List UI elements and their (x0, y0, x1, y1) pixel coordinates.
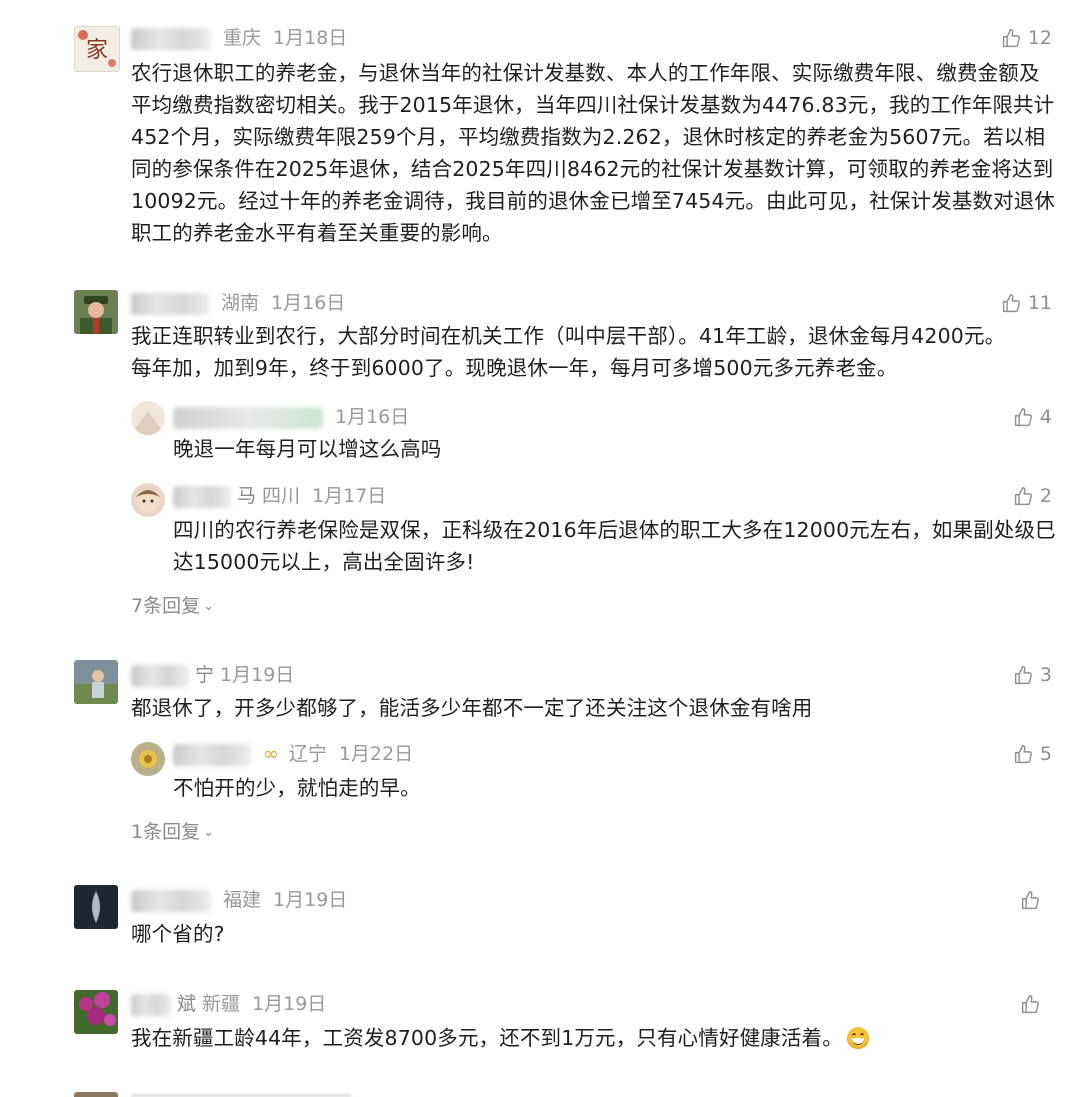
region-label: 辽宁 (288, 743, 327, 765)
comment-text: 我在新疆工龄44年，工资发8700多元，还不到1万元，只有心情好健康活着。 (131, 1022, 1031, 1054)
chevron-down-icon: ⌄ (203, 825, 214, 840)
date-label: 1月22日 (338, 743, 414, 765)
like-button[interactable]: 2 (1013, 483, 1052, 509)
like-button[interactable] (1020, 991, 1047, 1017)
chevron-down-icon: ⌄ (203, 599, 214, 614)
avatar[interactable] (74, 885, 118, 929)
thumbs-up-icon (1021, 994, 1039, 1013)
region-label: 新疆 (202, 993, 241, 1015)
date-label: 1月16日 (271, 292, 346, 314)
reply-avatar[interactable] (131, 742, 165, 776)
like-button[interactable]: 12 (1001, 25, 1052, 51)
comment-text: 哪个省的? (131, 922, 225, 946)
username-blurred[interactable] (131, 993, 171, 1016)
thumbs-up-icon (1021, 890, 1039, 909)
region-label: 福建 (223, 889, 262, 911)
badge-icon: ∞ (263, 743, 279, 765)
comment-meta: 重庆 1月18日 (131, 25, 347, 51)
date-label: 1月18日 (273, 27, 348, 49)
like-button[interactable] (1020, 887, 1047, 913)
avatar[interactable] (74, 660, 118, 704)
comment-text: 都退休了，开多少都够了，能活多少年都不一定了还关注这个退休金有啥用 (131, 696, 813, 720)
reply-text: 四川的农行养老保险是双保，正科级在2016年后退体的职工大多在12000元左右，… (173, 518, 1056, 574)
region-label: 湖南 (221, 292, 260, 314)
comment-meta: 湖南 1月16日 (131, 290, 345, 316)
date-label: 1月17日 (312, 485, 387, 507)
username-blurred[interactable] (131, 27, 211, 50)
like-count: 4 (1039, 406, 1052, 428)
username-blurred[interactable] (173, 406, 323, 429)
avatar[interactable] (74, 290, 118, 334)
date-label: 1月19日 (273, 889, 348, 911)
grinning-face-icon (846, 1027, 869, 1049)
next-comment-avatar (74, 1092, 118, 1097)
date-label: 1月16日 (335, 406, 410, 428)
reply-avatar[interactable] (131, 401, 165, 435)
reply-meta: ∞ 辽宁 1月22日 (173, 741, 413, 767)
like-count: 12 (1027, 27, 1052, 49)
comment-text: 我正连职转业到农行，大部分时间在机关工作（叫中层干部）。41年工龄，退休金每月4… (131, 324, 1006, 380)
reply-meta: 马四川 1月17日 (173, 483, 386, 509)
region-label: 重庆 (223, 27, 262, 49)
reply-meta: 1月16日 (173, 404, 409, 430)
like-count: 2 (1039, 485, 1052, 507)
avatar[interactable]: 家 (74, 26, 120, 72)
region-label: 四川 (262, 485, 301, 507)
thumbs-up-icon (1014, 665, 1032, 684)
date-label: 1月19日 (220, 664, 295, 686)
like-count: 11 (1027, 292, 1052, 314)
date-label: 1月19日 (252, 993, 327, 1015)
like-button[interactable]: 3 (1013, 662, 1052, 688)
like-button[interactable]: 4 (1013, 404, 1052, 430)
avatar-glyph: 家 (86, 38, 108, 63)
like-button[interactable]: 5 (1013, 741, 1052, 767)
thumbs-up-icon (1014, 407, 1032, 426)
like-count: 5 (1039, 743, 1052, 765)
thumbs-up-icon (1014, 486, 1032, 505)
thumbs-up-icon (1002, 28, 1020, 47)
view-replies-link[interactable]: 7条回复 ⌄ (131, 592, 214, 621)
username-blurred[interactable] (131, 292, 209, 315)
view-replies-link[interactable]: 1条回复 ⌄ (131, 818, 214, 847)
avatar[interactable] (74, 990, 118, 1034)
comment-text: 农行退休职工的养老金，与退休当年的社保计发基数、本人的工作年限、实际缴费年限、缴… (131, 61, 1056, 245)
username-blurred[interactable] (131, 889, 211, 912)
comment-meta: 宁 1月19日 (131, 662, 294, 688)
username-blurred[interactable] (131, 664, 189, 687)
thumbs-up-icon (1014, 744, 1032, 763)
username-blurred[interactable] (173, 485, 231, 508)
comment-meta: 福建 1月19日 (131, 887, 347, 913)
like-count: 3 (1039, 664, 1052, 686)
username-blurred[interactable] (173, 743, 251, 766)
like-button[interactable]: 11 (1001, 290, 1052, 316)
thumbs-up-icon (1002, 293, 1020, 312)
reply-avatar[interactable] (131, 483, 165, 517)
comment-meta: 斌新疆 1月19日 (131, 991, 326, 1017)
reply-text: 不怕开的少，就怕走的早。 (173, 776, 421, 800)
reply-text: 晚退一年每月可以增这么高吗 (173, 437, 442, 461)
